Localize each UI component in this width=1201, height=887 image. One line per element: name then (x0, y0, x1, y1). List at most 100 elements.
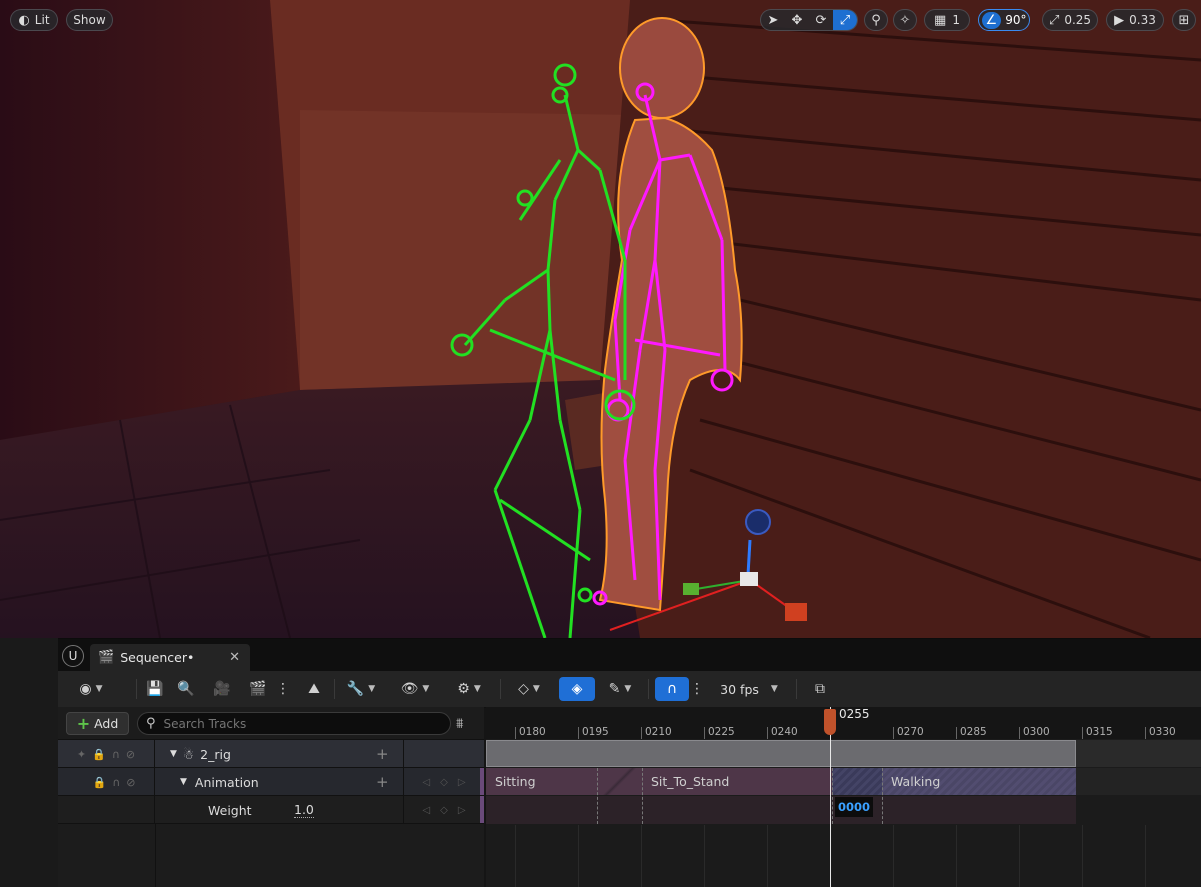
weight-curve-row[interactable] (486, 796, 1076, 824)
world-axes-icon: ⚲ (871, 12, 881, 28)
show-button[interactable]: Show (66, 9, 113, 31)
add-key-icon[interactable]: ◇ (440, 805, 448, 816)
weight-frame-value: 0000 (835, 797, 873, 817)
auto-key-icon: ◈ (571, 681, 583, 697)
chevron-down-icon: ▼ (368, 684, 376, 694)
headphones-icon[interactable]: ∩ (112, 748, 120, 761)
left-wall (0, 0, 300, 440)
scale-mode-icon[interactable]: ⤢ (833, 10, 857, 30)
key-type-button[interactable]: ◇ ▼ (510, 677, 548, 701)
ruler-tick-label: 0180 (519, 726, 546, 738)
clapperboard-icon: 🎬 (98, 650, 115, 665)
rotation-snap-value: 90° (1005, 13, 1027, 27)
weight-value-field[interactable]: 1.0 (294, 802, 314, 818)
plus-icon: + (76, 714, 91, 733)
coordinate-system-button[interactable]: ⚲ (864, 9, 888, 31)
find-asset-button[interactable]: 🔍 (174, 677, 198, 701)
ruler-tick (1082, 727, 1083, 739)
close-tab-icon[interactable]: ✕ (229, 650, 240, 665)
chevron-down-icon: ▼ (770, 684, 778, 694)
grid-line (704, 825, 705, 887)
grid-line (1082, 825, 1083, 887)
snap-options-button[interactable]: ⋮ (690, 677, 704, 701)
next-key-icon[interactable]: ▷ (458, 777, 466, 788)
rotation-snap-button[interactable]: ∠ 90° (978, 9, 1030, 31)
lock-icon[interactable]: 🔒 (92, 748, 106, 761)
save-button[interactable]: 💾 (144, 677, 166, 701)
ruler-tick-label: 0270 (897, 726, 924, 738)
track-row-animation[interactable]: 🔒 ∩ ⊘ ▼ Animation + ◁ ◇ ▷ (58, 767, 484, 796)
headphones-icon[interactable]: ∩ (112, 776, 120, 789)
lit-sphere-icon: ◐ (18, 12, 30, 28)
lit-mode-button[interactable]: ◐ Lit (10, 9, 58, 31)
collapse-arrow-icon[interactable]: ▼ (170, 749, 177, 759)
filter-icon[interactable]: ⩩ (456, 716, 463, 732)
section-sit-to-stand[interactable]: Sit_To_Stand (642, 768, 832, 795)
rotate-mode-icon[interactable]: ⟳ (809, 10, 833, 30)
ruler-tick (578, 727, 579, 739)
world-menu-button[interactable]: ◉ ▼ (70, 677, 112, 701)
actor-to-sequencer-button[interactable]: ⛰ (302, 677, 326, 701)
search-tracks-input[interactable] (161, 715, 436, 732)
sequencer-tab[interactable]: 🎬 Sequencer• ✕ (90, 644, 250, 671)
gear-play-icon: ⚙ (457, 681, 470, 697)
render-movie-button[interactable]: 🎥 (210, 677, 234, 701)
scale-snap-button[interactable]: ⤢ 0.25 (1042, 9, 1098, 31)
add-key-icon[interactable]: ◇ (440, 777, 448, 788)
chevron-down-icon: ▼ (532, 684, 540, 694)
scene-render (0, 0, 1201, 638)
view-options-button[interactable]: 👁 ▼ (396, 677, 434, 701)
add-label: Add (94, 716, 119, 731)
ruler-tick-label: 0240 (771, 726, 798, 738)
section-sitting[interactable]: Sitting (486, 768, 597, 795)
track-outliner: + Add ⚲ ⩩ ✦ 🔒 ∩ ⊘ ▼ ☃ 2_rig + 🔒 (58, 707, 484, 887)
frame-rate-dropdown[interactable]: 30 fps ▼ (714, 677, 784, 701)
blend-region[interactable] (832, 768, 882, 795)
auto-key-button[interactable]: ◈ (559, 677, 595, 701)
tools-menu-button[interactable]: 🔧 ▼ (342, 677, 380, 701)
prev-key-icon[interactable]: ◁ (422, 777, 430, 788)
lock-icon[interactable]: 🔒 (93, 776, 107, 789)
rig-section-bar[interactable] (486, 740, 1076, 767)
chevron-down-icon: ▼ (624, 684, 632, 694)
level-viewport[interactable]: ◐ Lit Show ➤ ✥ ⟳ ⤢ ⚲ ✧ ▦ 1 ∠ 90° ⤢ 0.25 … (0, 0, 1201, 638)
next-key-icon[interactable]: ▷ (458, 805, 466, 816)
add-subtrack-icon[interactable]: + (376, 773, 389, 791)
unreal-logo-icon[interactable]: U (62, 645, 84, 667)
timeline-area[interactable]: 0180 0195 0210 0225 0240 0270 0285 0300 0315 0330… (486, 707, 1201, 887)
track-row-2-rig[interactable]: ✦ 🔒 ∩ ⊘ ▼ ☃ 2_rig + (58, 739, 484, 768)
curve-editor-button[interactable]: ⧉ (808, 677, 832, 701)
grid-line (641, 825, 642, 887)
prev-key-icon[interactable]: ◁ (422, 805, 430, 816)
grid-icon: ▦ (934, 12, 947, 28)
select-mode-icon[interactable]: ➤ (761, 10, 785, 30)
more-options-button[interactable]: ⋮ (276, 677, 290, 701)
translate-mode-icon[interactable]: ✥ (785, 10, 809, 30)
track-row-toggles: 🔒 ∩ ⊘ (58, 768, 155, 796)
edit-mode-button[interactable]: ✎ ▼ (601, 677, 639, 701)
pin-icon[interactable]: ✦ (77, 748, 86, 761)
blend-region[interactable] (597, 768, 642, 795)
skeleton-icon: ☃ (182, 746, 195, 762)
viewport-layout-button[interactable]: ⊞ (1172, 9, 1196, 31)
snap-toggle-button[interactable]: ∩ (655, 677, 689, 701)
camera-icon: ▶ (1114, 12, 1125, 28)
surface-snap-button[interactable]: ✧ (893, 9, 917, 31)
add-subtrack-icon[interactable]: + (376, 745, 389, 763)
track-row-weight[interactable]: Weight 1.0 ◁ ◇ ▷ (58, 795, 484, 824)
layout-grid-icon: ⊞ (1178, 12, 1190, 28)
grid-line (893, 825, 894, 887)
search-tracks-field[interactable]: ⚲ (137, 712, 451, 735)
add-track-button[interactable]: + Add (66, 712, 129, 735)
cinematic-button[interactable]: 🎬 (246, 677, 270, 701)
collapse-arrow-icon[interactable]: ▼ (180, 777, 187, 787)
mute-icon[interactable]: ⊘ (126, 748, 135, 761)
playback-options-button[interactable]: ⚙ ▼ (450, 677, 488, 701)
track-label-2-rig: 2_rig (200, 746, 231, 762)
camera-speed-button[interactable]: ▶ 0.33 (1106, 9, 1164, 31)
mute-icon[interactable]: ⊘ (126, 776, 135, 789)
section-walking[interactable]: Walking (882, 768, 1076, 795)
grid-snap-button[interactable]: ▦ 1 (924, 9, 970, 31)
playhead-handle[interactable] (824, 709, 836, 735)
grid-line (1145, 825, 1146, 887)
